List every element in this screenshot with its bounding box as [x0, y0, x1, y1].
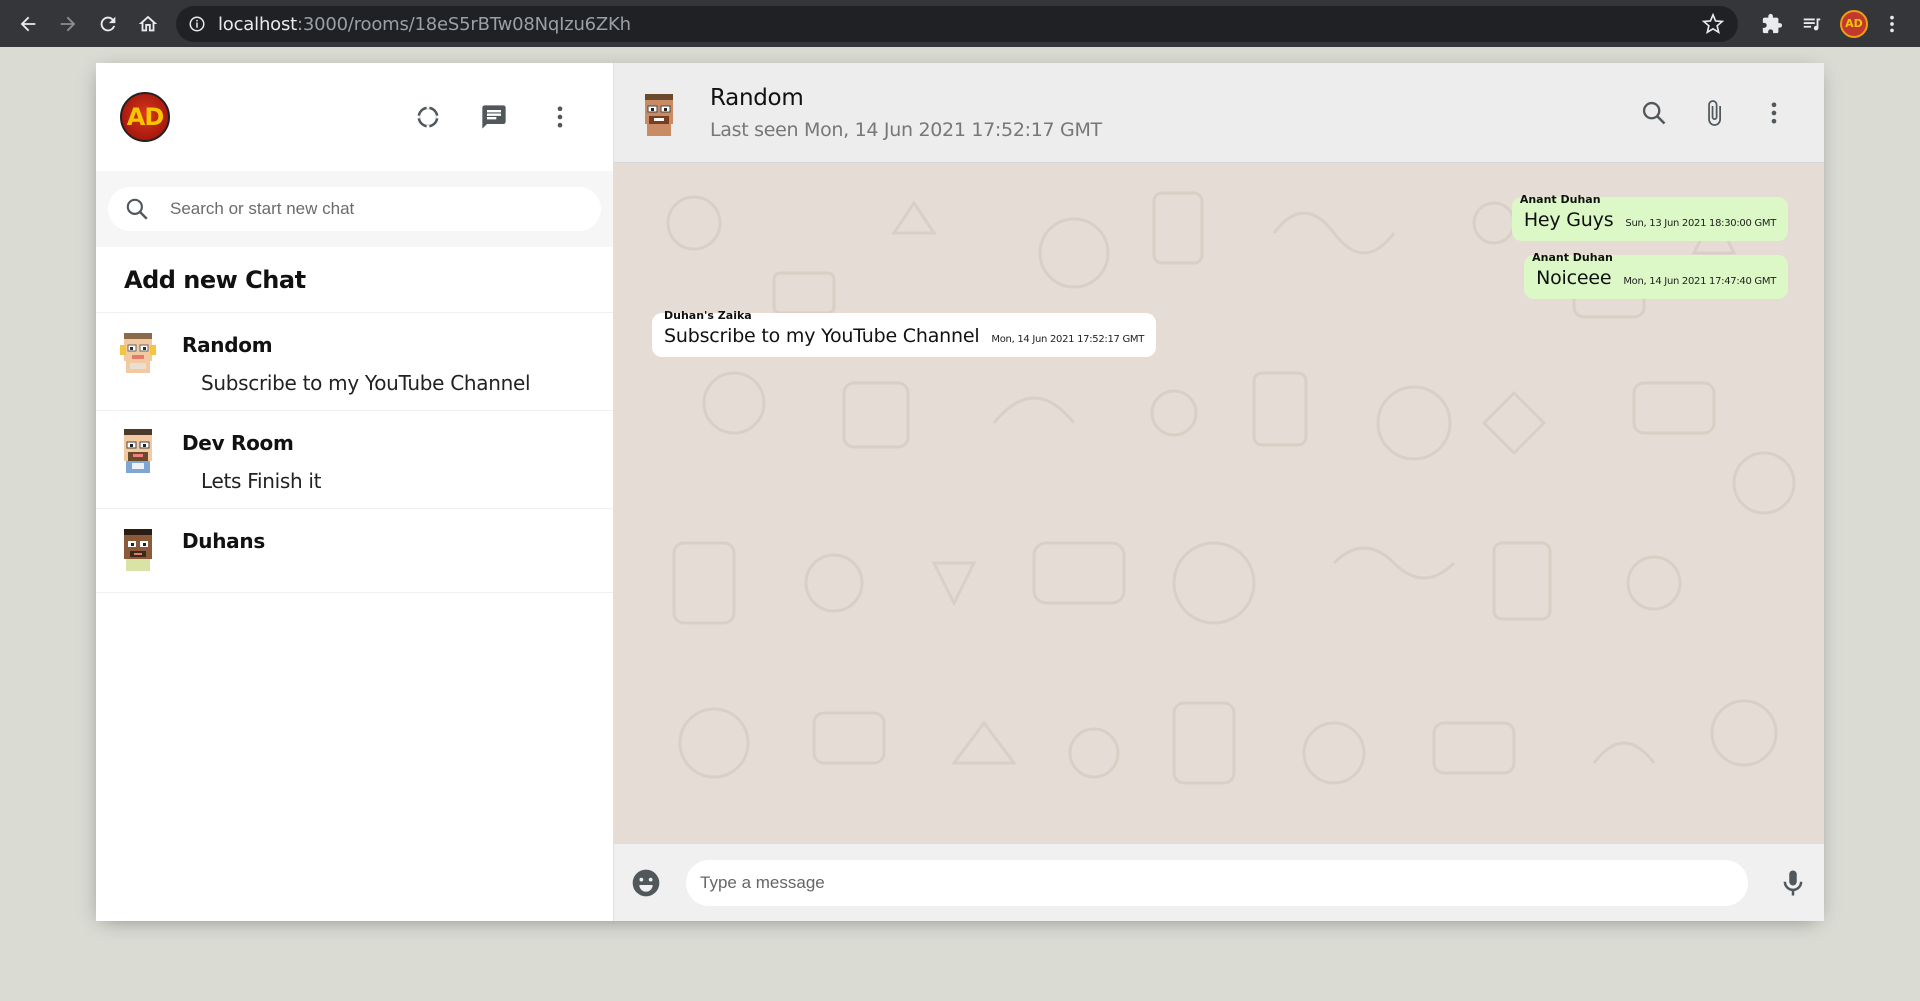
chat-name: Random [182, 333, 273, 357]
more-vert-icon[interactable] [527, 92, 593, 142]
add-new-chat-button[interactable]: Add new Chat [96, 247, 613, 313]
home-icon[interactable] [128, 0, 168, 47]
attach-icon[interactable] [1684, 88, 1744, 138]
chat-name: Dev Room [182, 431, 294, 455]
chat-info: Dev Room Lets Finish it [182, 425, 322, 494]
back-arrow-icon[interactable] [8, 0, 48, 47]
chat-info: Random Subscribe to my YouTube Channel [182, 327, 531, 396]
message-timestamp: Mon, 14 Jun 2021 17:52:17 GMT [991, 334, 1145, 345]
reading-list-icon[interactable] [1792, 0, 1832, 47]
chat-name: Duhans [182, 529, 265, 553]
url-host: localhost [218, 13, 297, 35]
whatsapp-clone-app: AD Add new Chat [96, 63, 1824, 921]
info-icon[interactable] [188, 15, 206, 33]
message-input-box [686, 859, 1748, 906]
message-input[interactable] [700, 872, 1734, 893]
search-icon[interactable] [1624, 88, 1684, 138]
room-avatar[interactable] [636, 88, 682, 138]
message-own: Anant Duhan Noiceee Mon, 14 Jun 2021 17:… [1524, 251, 1788, 299]
add-new-chat-label: Add new Chat [124, 265, 306, 294]
profile-initials: AD [1840, 9, 1868, 38]
search-icon [126, 198, 148, 220]
puzzle-icon[interactable] [1752, 0, 1792, 47]
chat-footer [614, 843, 1824, 921]
last-seen: Last seen Mon, 14 Jun 2021 17:52:17 GMT [710, 118, 1102, 141]
status-icon[interactable] [395, 92, 461, 142]
more-vert-icon[interactable] [1744, 88, 1804, 138]
message-sender: Duhan's Zaika [664, 309, 752, 322]
room-name: Random [710, 84, 804, 111]
emoji-icon[interactable] [630, 867, 662, 899]
user-avatar[interactable]: AD [120, 92, 170, 142]
chat-header-actions [1624, 88, 1804, 138]
sidebar-header-actions [395, 92, 593, 142]
chat-item-duhans[interactable]: Duhans [96, 509, 613, 593]
message-own: Anant Duhan Hey Guys Sun, 13 Jun 2021 18… [1511, 193, 1788, 241]
chat-item-dev-room[interactable]: Dev Room Lets Finish it [96, 411, 613, 509]
chat-panel: Random Last seen Mon, 14 Jun 2021 17:52:… [614, 63, 1824, 921]
avatar [124, 529, 152, 571]
chat-info: Duhans [182, 523, 265, 578]
message-timestamp: Sun, 13 Jun 2021 18:30:00 GMT [1625, 218, 1776, 229]
reload-icon[interactable] [88, 0, 128, 47]
sidebar: AD Add new Chat [96, 63, 614, 921]
message-timestamp: Mon, 14 Jun 2021 17:47:40 GMT [1623, 276, 1776, 287]
chat-list: Add new Chat Random Subscribe to my YouT… [96, 247, 613, 921]
message-sender: Anant Duhan [1519, 193, 1601, 206]
url-path: :3000/rooms/18eS5rBTw08NqIzu6ZKh [297, 13, 631, 35]
star-icon[interactable] [1702, 13, 1724, 35]
message-text: Noiceee [1536, 267, 1612, 289]
sidebar-header: AD [96, 63, 613, 171]
avatar [120, 333, 156, 373]
message-text: Subscribe to my YouTube Channel [664, 325, 980, 347]
chat-header-info: Random Last seen Mon, 14 Jun 2021 17:52:… [710, 85, 1624, 141]
chat-last-message: Lets Finish it [201, 469, 322, 493]
search-box [108, 187, 601, 231]
mic-icon[interactable] [1778, 868, 1808, 898]
new-chat-icon[interactable] [461, 92, 527, 142]
chat-body: Anant Duhan Hey Guys Sun, 13 Jun 2021 18… [614, 163, 1824, 843]
message-text: Hey Guys [1523, 209, 1614, 231]
chat-last-message: Subscribe to my YouTube Channel [201, 371, 531, 395]
avatar [124, 429, 152, 473]
browser-toolbar: localhost:3000/rooms/18eS5rBTw08NqIzu6ZK… [0, 0, 1920, 47]
forward-arrow-icon[interactable] [48, 0, 88, 47]
message-received: Duhan's Zaika Subscribe to my YouTube Ch… [652, 309, 1157, 357]
chat-header: Random Last seen Mon, 14 Jun 2021 17:52:… [614, 63, 1824, 163]
sidebar-search [96, 171, 613, 247]
search-input[interactable] [170, 199, 550, 219]
message-sender: Anant Duhan [1532, 251, 1613, 264]
kebab-menu-icon[interactable] [1872, 0, 1912, 47]
url-text: localhost:3000/rooms/18eS5rBTw08NqIzu6ZK… [218, 14, 631, 35]
chat-item-random[interactable]: Random Subscribe to my YouTube Channel [96, 313, 613, 411]
profile-avatar[interactable]: AD [1834, 0, 1874, 47]
address-bar[interactable]: localhost:3000/rooms/18eS5rBTw08NqIzu6ZK… [176, 6, 1738, 42]
